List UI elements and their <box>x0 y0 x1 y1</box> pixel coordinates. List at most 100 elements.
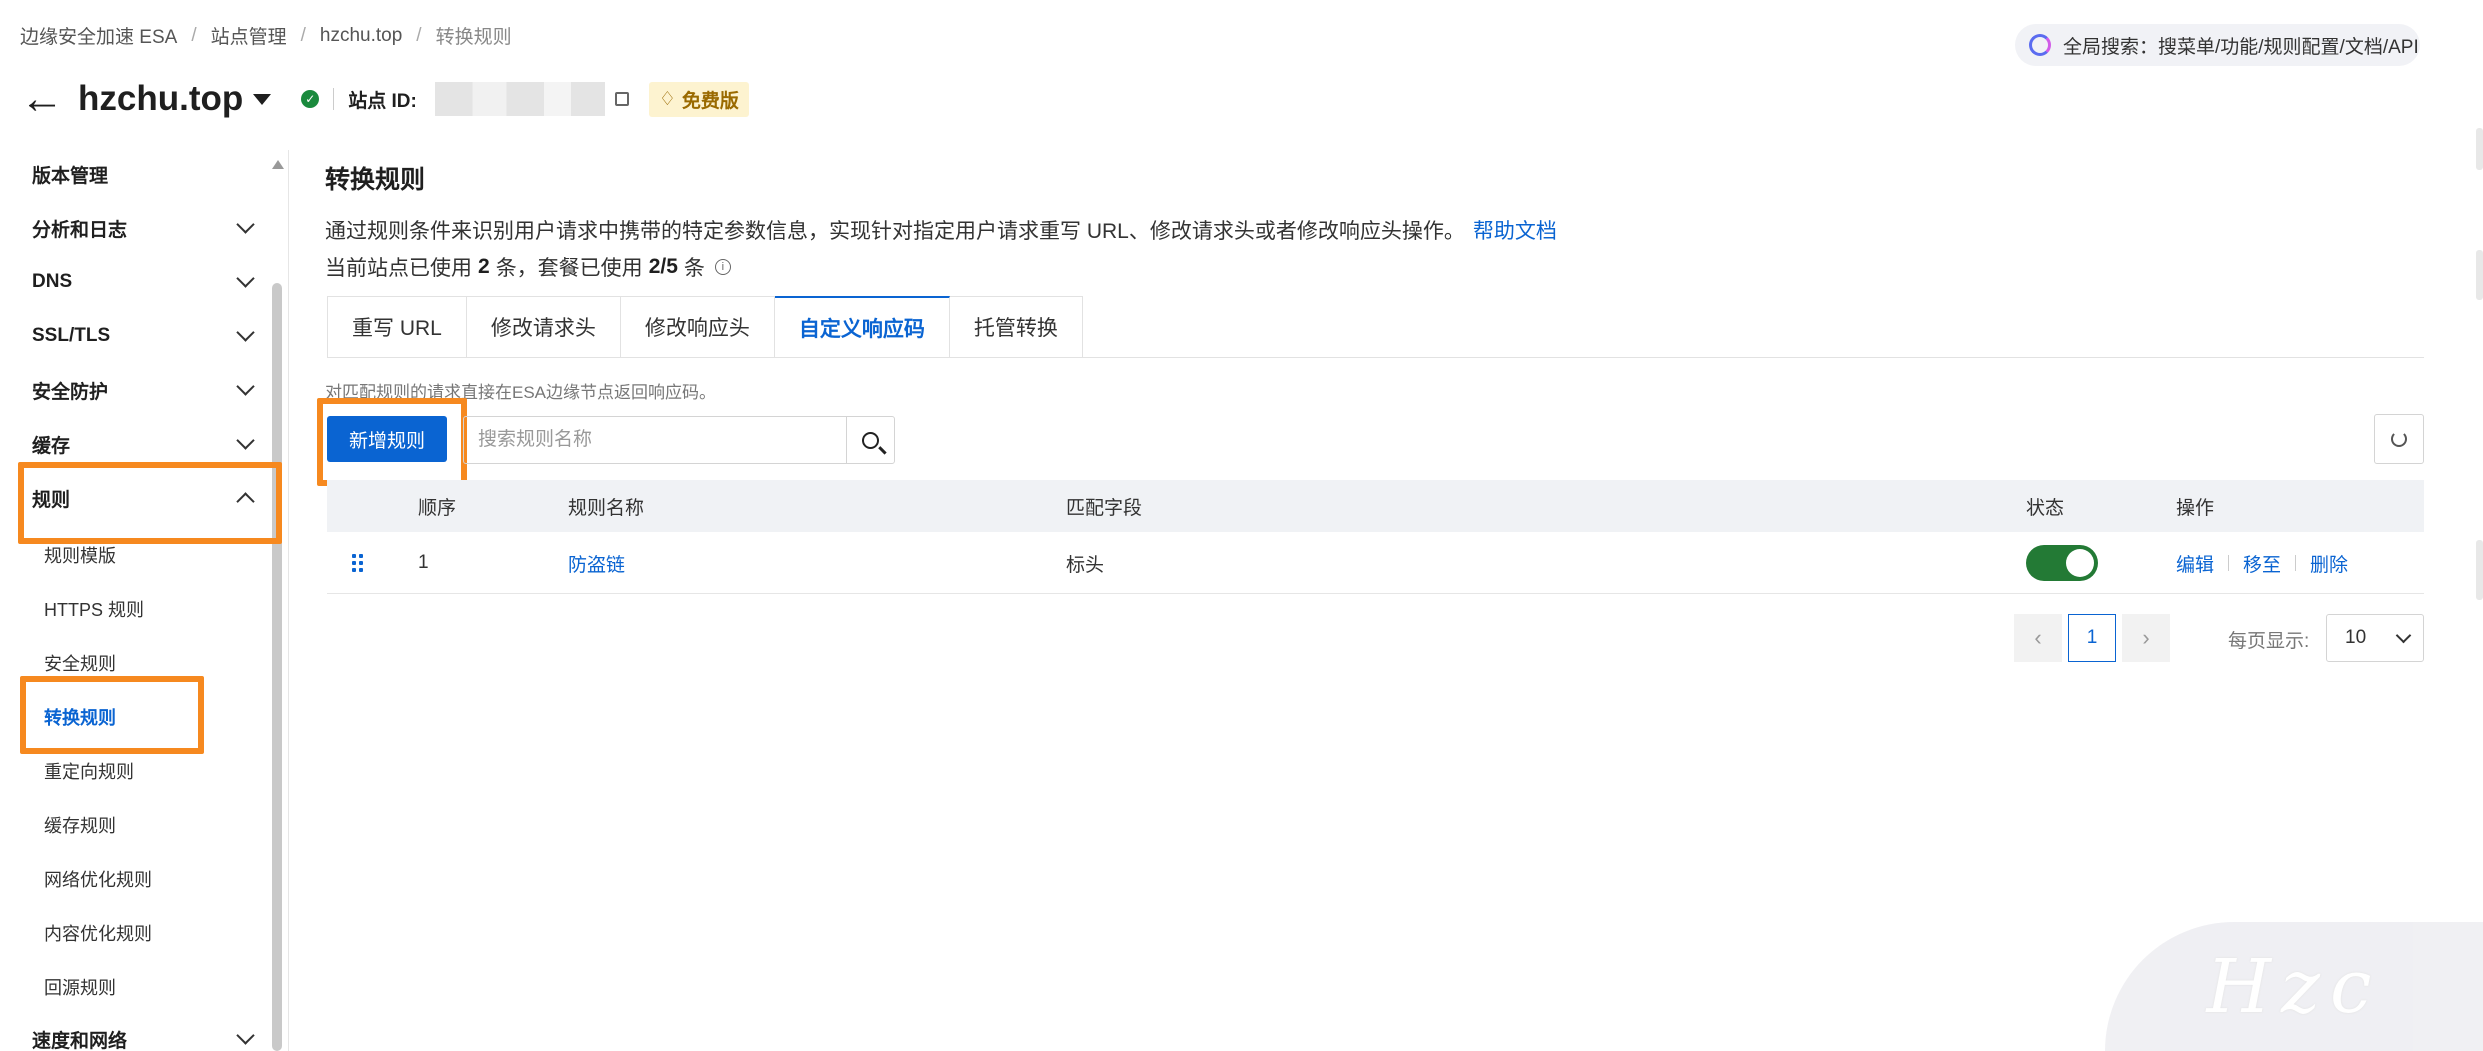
status-toggle[interactable] <box>2026 545 2098 581</box>
chevron-left-icon: ‹ <box>2034 625 2042 650</box>
caret-down-icon[interactable] <box>253 93 272 105</box>
column-header-order: 顺序 <box>418 497 457 519</box>
diamond-icon: ♢ <box>658 88 676 110</box>
per-page-select[interactable]: 10 <box>2326 614 2424 662</box>
site-name[interactable]: hzchu.top <box>78 79 243 119</box>
search-icon <box>862 431 879 449</box>
breadcrumb-item-site-management[interactable]: 站点管理 <box>211 22 287 49</box>
breadcrumb: 边缘安全加速 ESA / 站点管理 / hzchu.top / 转换规则 <box>20 22 512 49</box>
description-text: 通过规则条件来识别用户请求中携带的特定参数信息，实现针对指定用户请求重写 URL… <box>325 220 1465 243</box>
back-arrow-icon[interactable]: ← <box>20 77 64 121</box>
edit-button[interactable]: 编辑 <box>2176 550 2214 577</box>
sidebar-group-version[interactable]: 版本管理 <box>32 159 252 189</box>
scroll-up-icon[interactable] <box>272 160 284 169</box>
tab-modify-response-header[interactable]: 修改响应头 <box>620 296 775 358</box>
chevron-right-icon: › <box>2142 625 2150 650</box>
sidebar-group-label: 分析和日志 <box>32 219 128 241</box>
sidebar-group-dns[interactable]: DNS <box>32 267 255 297</box>
table-row: 1 防盗链 标头 编辑 移至 删除 <box>327 532 2424 594</box>
divider <box>333 88 335 110</box>
highlight-box-add-rule <box>317 398 467 486</box>
right-edge-handle[interactable] <box>2476 540 2483 600</box>
status-ok-icon: ✓ <box>301 90 320 108</box>
right-edge-handle[interactable] <box>2476 250 2483 300</box>
watermark-logo: Hzc <box>2105 922 2483 1051</box>
refresh-icon <box>2391 431 2407 447</box>
sidebar-group-label: SSL/TLS <box>32 325 111 346</box>
plan-badge: ♢ 免费版 <box>648 81 749 117</box>
row-status <box>2026 532 2098 594</box>
site-header: ← hzchu.top ✓ 站点 ID: ♢ 免费版 <box>20 76 749 122</box>
site-id-label: 站点 ID: <box>348 90 417 112</box>
divider <box>2295 555 2297 571</box>
sidebar-group-security[interactable]: 安全防护 <box>32 375 255 405</box>
highlight-box-transform <box>20 676 204 754</box>
rule-type-tabs: 重写 URL 修改请求头 修改响应头 自定义响应码 托管转换 <box>327 296 1083 358</box>
sidebar-item-content-rules[interactable]: 内容优化规则 <box>44 920 152 946</box>
breadcrumb-item-esa[interactable]: 边缘安全加速 ESA <box>20 22 177 49</box>
chevron-down-icon <box>2395 627 2412 643</box>
breadcrumb-separator: / <box>416 24 422 46</box>
breadcrumb-item-site[interactable]: hzchu.top <box>320 25 402 47</box>
chevron-down-icon <box>236 376 255 396</box>
sidebar-group-analytics[interactable]: 分析和日志 <box>32 213 255 243</box>
global-search[interactable]: 全局搜索：搜菜单/功能/规则配置/文档/API <box>2015 24 2420 66</box>
sidebar-group-label: 缓存 <box>32 435 71 457</box>
divider <box>2228 555 2230 571</box>
row-match-field: 标头 <box>1066 554 1105 576</box>
sidebar-group-cache[interactable]: 缓存 <box>32 429 255 459</box>
breadcrumb-item-current: 转换规则 <box>435 27 512 48</box>
column-header-match: 匹配字段 <box>1066 497 1143 519</box>
sidebar-item-origin-rules[interactable]: 回源规则 <box>44 974 116 1000</box>
usage-suffix: 条 <box>683 257 705 280</box>
sidebar-group-label: 速度和网络 <box>32 1030 128 1051</box>
plan-badge-label: 免费版 <box>681 90 739 112</box>
info-icon[interactable]: i <box>714 259 731 275</box>
prev-page-button[interactable]: ‹ <box>2014 614 2062 662</box>
table-header: 顺序 规则名称 匹配字段 状态 操作 <box>327 480 2424 532</box>
sidebar-scrollbar[interactable] <box>272 283 282 1051</box>
page-title: 转换规则 <box>325 166 426 194</box>
column-header-name: 规则名称 <box>568 497 645 519</box>
sidebar-item-security-rules[interactable]: 安全规则 <box>44 650 116 676</box>
row-rule-name-link[interactable]: 防盗链 <box>568 532 625 594</box>
sidebar-divider <box>288 150 289 1051</box>
sidebar-item-redirect-rules[interactable]: 重定向规则 <box>44 758 134 784</box>
search-input[interactable] <box>464 417 846 463</box>
sidebar-group-ssl[interactable]: SSL/TLS <box>32 321 255 351</box>
tabs-divider <box>327 357 2424 358</box>
chevron-down-icon <box>236 268 255 288</box>
tab-modify-request-header[interactable]: 修改请求头 <box>466 296 621 358</box>
row-actions: 编辑 移至 删除 <box>2176 532 2348 594</box>
page-number-current[interactable]: 1 <box>2068 614 2116 662</box>
usage-prefix: 当前站点已使用 <box>325 257 472 280</box>
sidebar-item-rule-templates[interactable]: 规则模版 <box>44 542 116 568</box>
copy-icon[interactable] <box>614 92 629 106</box>
next-page-button[interactable]: › <box>2122 614 2170 662</box>
column-header-status: 状态 <box>2026 497 2065 519</box>
watermark-text: Hzc <box>2206 943 2382 1030</box>
per-page-label: 每页显示: <box>2228 631 2310 652</box>
usage-summary: 当前站点已使用 2 条，套餐已使用 2/5 条 i <box>325 252 731 282</box>
right-edge-handle[interactable] <box>2476 128 2483 170</box>
sidebar-item-cache-rules[interactable]: 缓存规则 <box>44 812 116 838</box>
usage-mid: 条，套餐已使用 <box>495 257 643 280</box>
sidebar-group-label: DNS <box>32 271 73 292</box>
row-order: 1 <box>418 552 429 573</box>
drag-handle-icon[interactable] <box>352 532 363 594</box>
help-doc-link[interactable]: 帮助文档 <box>1473 220 1557 243</box>
sidebar-group-label: 版本管理 <box>32 165 109 187</box>
rule-search <box>463 416 895 464</box>
per-page-value: 10 <box>2345 627 2367 648</box>
move-to-button[interactable]: 移至 <box>2243 550 2281 577</box>
search-button[interactable] <box>846 417 894 463</box>
sidebar-item-network-rules[interactable]: 网络优化规则 <box>44 866 152 892</box>
tab-custom-response-code[interactable]: 自定义响应码 <box>774 296 950 358</box>
tab-managed-transform[interactable]: 托管转换 <box>949 296 1083 358</box>
sidebar-item-https-rules[interactable]: HTTPS 规则 <box>44 596 144 622</box>
chevron-down-icon <box>236 430 255 450</box>
tab-rewrite-url[interactable]: 重写 URL <box>327 296 467 358</box>
delete-button[interactable]: 删除 <box>2310 550 2348 577</box>
refresh-button[interactable] <box>2374 414 2424 464</box>
sidebar-group-speed-network[interactable]: 速度和网络 <box>32 1024 255 1051</box>
